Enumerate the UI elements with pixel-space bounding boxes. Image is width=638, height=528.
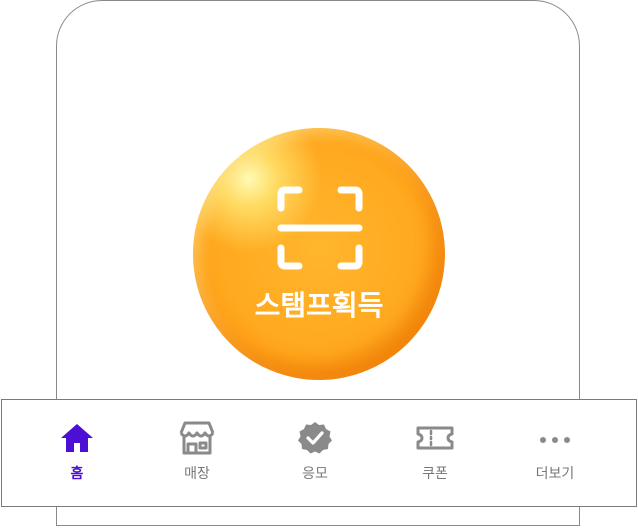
tab-home-label: 홈: [70, 466, 84, 482]
tab-more-label: 더보기: [535, 466, 575, 482]
home-icon: [61, 424, 93, 452]
tab-store[interactable]: 매장: [152, 400, 242, 506]
tab-home[interactable]: 홈: [32, 400, 122, 506]
stamp-collect-label: 스탬프획득: [254, 289, 384, 322]
tab-coupon[interactable]: 쿠폰: [390, 400, 480, 506]
tab-more[interactable]: 더보기: [510, 400, 600, 506]
tab-entry[interactable]: 응모: [270, 400, 360, 506]
ticket-icon: [416, 426, 454, 450]
bottom-tab-bar: 홈 매장 응모 쿠폰 더보기: [1, 399, 637, 507]
verified-badge-icon: [298, 422, 332, 454]
tab-store-label: 매장: [184, 466, 210, 482]
store-icon: [179, 421, 215, 455]
scan-frame-icon: [277, 186, 363, 270]
more-dots-icon: [540, 437, 570, 443]
tab-coupon-label: 쿠폰: [422, 466, 448, 482]
tab-entry-label: 응모: [302, 466, 328, 482]
stamp-collect-button[interactable]: 스탬프획득: [193, 128, 445, 380]
